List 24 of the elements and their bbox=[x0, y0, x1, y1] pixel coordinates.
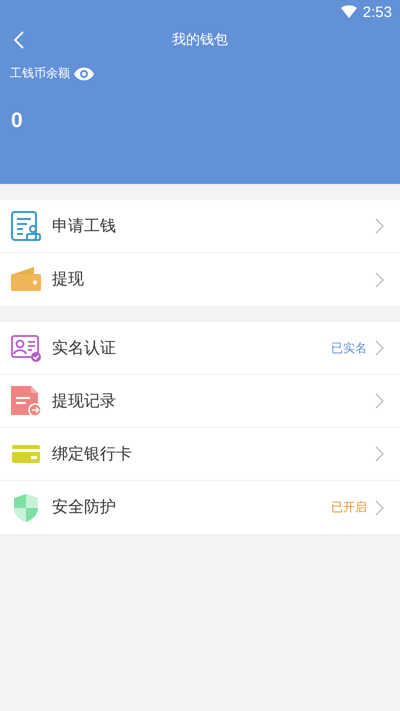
back-icon[interactable] bbox=[14, 31, 24, 49]
wifi-icon bbox=[340, 5, 357, 19]
menu-item[interactable]: 提现记录 bbox=[0, 375, 400, 428]
chevron-icon bbox=[375, 272, 384, 288]
document-icon bbox=[10, 210, 42, 242]
eye-icon[interactable] bbox=[74, 66, 94, 80]
document-arrow-icon bbox=[10, 385, 42, 417]
chevron-icon bbox=[375, 500, 384, 516]
menu-item[interactable]: 提现 bbox=[0, 253, 400, 306]
id-card-icon bbox=[10, 332, 42, 364]
status-time: 2:53 bbox=[362, 4, 392, 20]
balance-amount: 0 bbox=[10, 108, 24, 133]
menu-item[interactable]: 申请工钱 bbox=[0, 200, 400, 253]
chevron-icon bbox=[375, 218, 384, 234]
chevron-icon bbox=[375, 340, 384, 356]
chevron-icon bbox=[375, 393, 384, 409]
menu-item[interactable]: 绑定银行卡 bbox=[0, 428, 400, 481]
menu-item[interactable]: 实名认证 已实名 bbox=[0, 322, 400, 375]
menu-item[interactable]: 安全防护 已开启 bbox=[0, 481, 400, 534]
balance-label: 工钱币余额 bbox=[10, 65, 70, 82]
page-title: 我的钱包 bbox=[172, 31, 228, 49]
chevron-icon bbox=[375, 446, 384, 462]
status-text: 已开启 bbox=[331, 499, 367, 516]
status-text: 已实名 bbox=[331, 340, 367, 356]
